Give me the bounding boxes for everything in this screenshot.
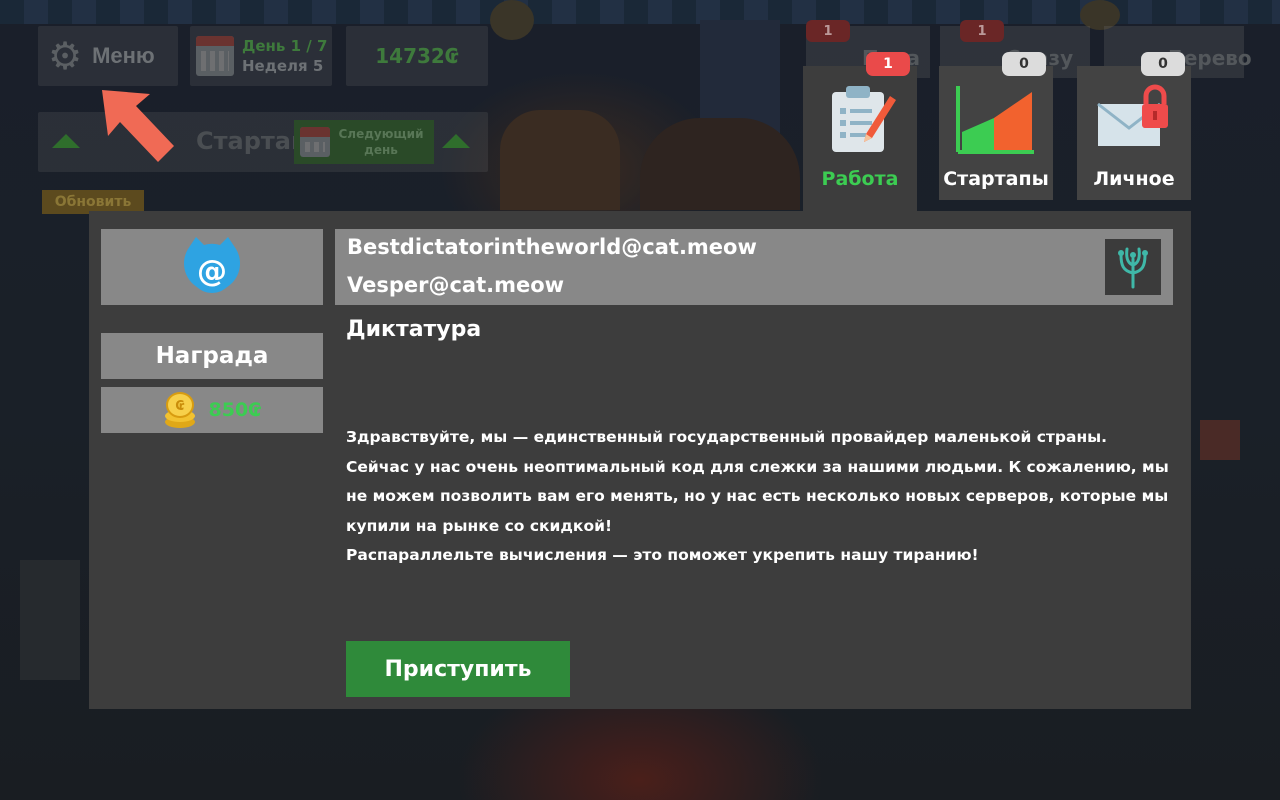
mail-paragraph: Сейчас у нас очень неоптимальный код для… bbox=[346, 457, 1169, 535]
tutorial-arrow-icon bbox=[102, 90, 174, 162]
next-day-button[interactable]: Следующий день bbox=[294, 120, 434, 164]
money-counter: 14732₢ bbox=[346, 26, 488, 86]
background-object bbox=[20, 560, 80, 680]
tab-work-label: Работа bbox=[821, 168, 899, 190]
cat-mail-avatar-icon: @ bbox=[184, 237, 240, 293]
tab-personal-badge: 0 bbox=[1141, 52, 1185, 76]
mail-title: Диктатура bbox=[346, 317, 482, 342]
mail-body: Здравствуйте, мы — единственный государс… bbox=[346, 423, 1176, 571]
tab-startups-label: Стартапы bbox=[943, 168, 1049, 190]
reward-value: 850₢ bbox=[208, 399, 262, 421]
mail-paragraph: Распараллельте вычисления — это поможет … bbox=[346, 546, 979, 564]
background-light bbox=[490, 0, 534, 40]
tab-work-badge: 1 bbox=[866, 52, 910, 76]
tab-personal-label: Личное bbox=[1093, 168, 1175, 190]
dim-tab-badge: 1 bbox=[960, 20, 1004, 42]
sender-avatar-box: @ bbox=[101, 229, 323, 305]
gear-icon: ⚙ bbox=[48, 34, 83, 78]
clipboard-pencil-icon bbox=[832, 86, 896, 152]
day-counter: День 1 / 7 Неделя 5 bbox=[190, 26, 332, 86]
tab-startups-badge: 0 bbox=[1002, 52, 1046, 76]
week-label: Неделя 5 bbox=[242, 57, 324, 75]
cat-character bbox=[500, 110, 620, 210]
collapse-up-icon[interactable] bbox=[52, 134, 80, 148]
skill-tree-icon bbox=[1105, 239, 1161, 295]
reward-label: Награда bbox=[101, 333, 323, 379]
reward-value-box: ₢ 850₢ bbox=[101, 387, 323, 433]
tab-work[interactable]: Работа bbox=[803, 66, 917, 211]
day-label: День 1 / 7 bbox=[242, 37, 328, 55]
mail-paragraph: Здравствуйте, мы — единственный государс… bbox=[346, 428, 1108, 446]
growth-chart-icon bbox=[956, 86, 1034, 154]
dim-tab-badge: 1 bbox=[806, 20, 850, 42]
email-header: Bestdictatorintheworld@cat.meow Vesper@c… bbox=[335, 229, 1173, 305]
collapse-up-icon[interactable] bbox=[442, 134, 470, 148]
calendar-icon bbox=[300, 127, 330, 157]
background-object bbox=[1200, 420, 1240, 460]
coins-icon: ₢ bbox=[164, 392, 195, 428]
svg-text:₢: ₢ bbox=[175, 399, 184, 414]
menu-label: Меню bbox=[92, 43, 155, 68]
email-to: Vesper@cat.meow bbox=[347, 273, 565, 297]
money-value: 14732₢ bbox=[375, 44, 459, 68]
email-from: Bestdictatorintheworld@cat.meow bbox=[347, 235, 757, 259]
menu-button[interactable]: ⚙ Меню bbox=[38, 26, 178, 86]
locked-envelope-icon bbox=[1097, 84, 1168, 146]
mail-dialog: @ Награда ₢ 850₢ Bestdictatorintheworld@… bbox=[89, 211, 1191, 709]
next-day-label: Следующий день bbox=[338, 126, 424, 157]
svg-text:@: @ bbox=[197, 254, 227, 289]
background-sofa bbox=[640, 118, 800, 210]
tab-startups[interactable]: Стартапы bbox=[939, 66, 1053, 200]
start-button[interactable]: Приступить bbox=[346, 641, 570, 697]
tab-personal[interactable]: Личное bbox=[1077, 66, 1191, 200]
calendar-icon bbox=[196, 36, 234, 76]
